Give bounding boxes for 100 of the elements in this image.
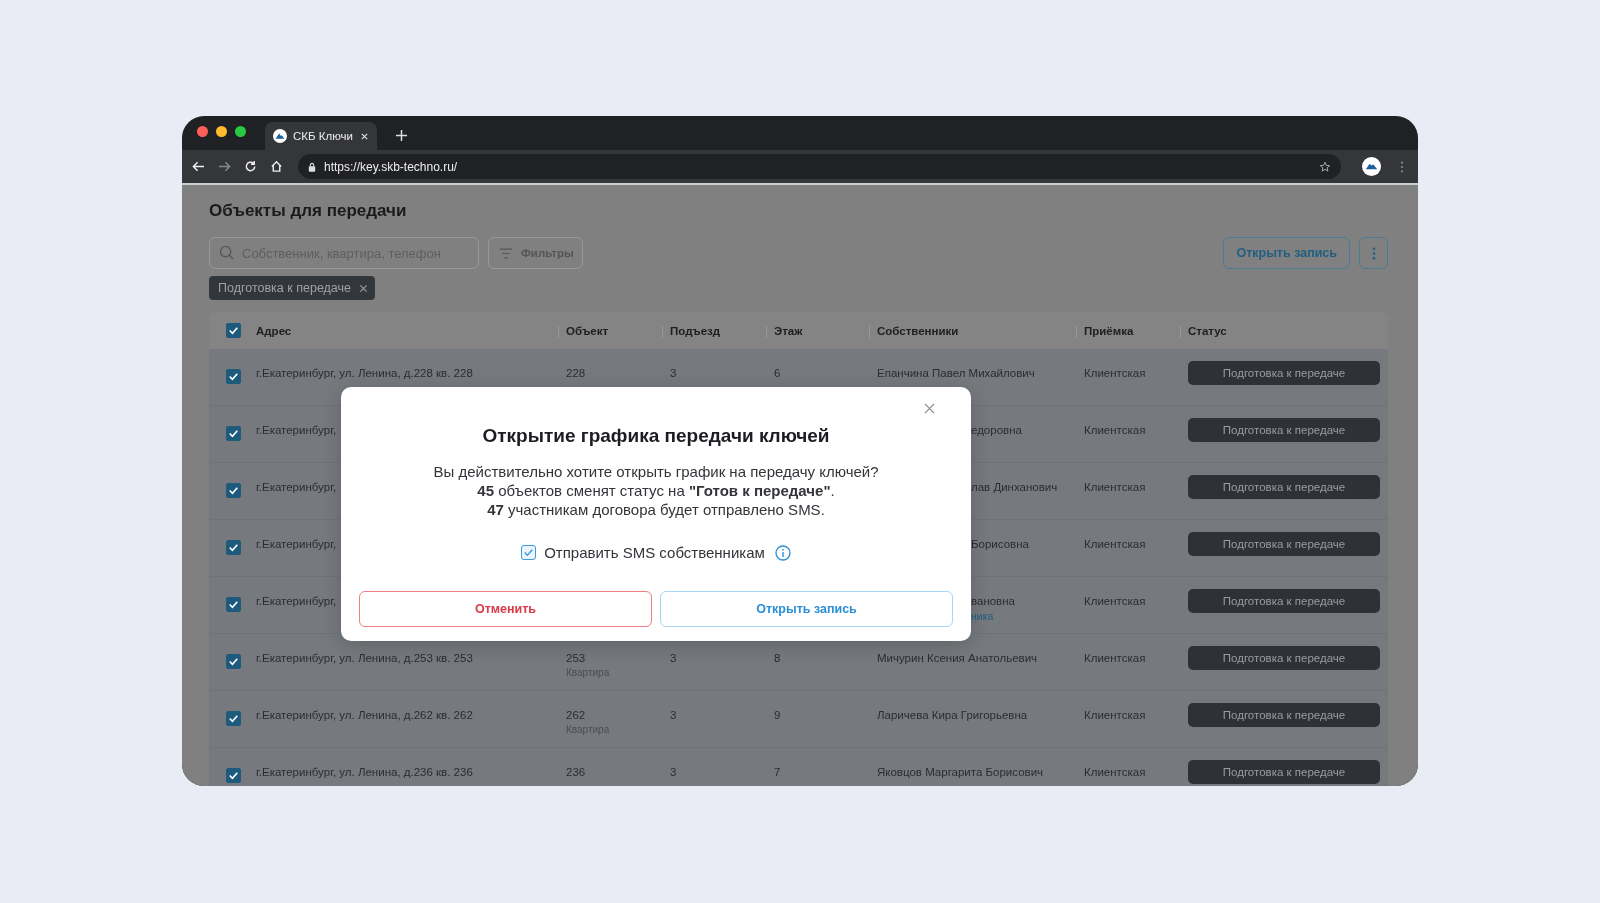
mountain-logo-icon bbox=[273, 129, 287, 143]
address-cell: г.Екатеринбург, ул. Ленина, д.236 кв. 236 bbox=[256, 766, 473, 778]
bookmark-star-icon[interactable] bbox=[1319, 160, 1331, 173]
column-header[interactable]: Этаж bbox=[774, 324, 803, 337]
acceptance-cell: Клиентская bbox=[1084, 709, 1146, 721]
column-header[interactable]: Адрес bbox=[256, 324, 292, 337]
checkmark-icon bbox=[227, 427, 240, 440]
checkmark-icon bbox=[227, 655, 240, 668]
home-icon[interactable] bbox=[270, 160, 283, 173]
address-cell: г.Екатеринбург, bbox=[256, 424, 337, 436]
forward-icon[interactable] bbox=[218, 160, 231, 173]
entrance-cell: 3 bbox=[670, 766, 677, 778]
address-cell: г.Екатеринбург, bbox=[256, 538, 337, 550]
search-icon bbox=[219, 245, 234, 260]
entrance-cell: 3 bbox=[670, 652, 677, 664]
row-checkbox[interactable] bbox=[226, 483, 241, 498]
owner-name: Борисовна bbox=[971, 538, 1029, 550]
acceptance-cell: Клиентская bbox=[1084, 652, 1146, 664]
profile-avatar-icon[interactable] bbox=[1362, 157, 1381, 176]
sms-checkbox-label[interactable]: Отправить SMS собственникам bbox=[544, 544, 765, 561]
acceptance-cell: Клиентская bbox=[1084, 766, 1146, 778]
lock-icon bbox=[308, 161, 316, 172]
floor-cell: 9 bbox=[774, 709, 781, 721]
owner-name: вановна bbox=[971, 595, 1015, 607]
dialog-title: Открытие графика передачи ключей bbox=[482, 424, 830, 448]
select-all-checkbox[interactable] bbox=[226, 323, 241, 338]
status-button[interactable]: Подготовка к передаче bbox=[1188, 532, 1380, 556]
acceptance-cell: Клиентская bbox=[1084, 424, 1146, 436]
object-number: 228 bbox=[566, 367, 586, 379]
address-cell: г.Екатеринбург, bbox=[256, 481, 337, 493]
filter-icon bbox=[499, 247, 513, 259]
address-cell: г.Екатеринбург, ул. Ленина, д.228 кв. 228 bbox=[256, 367, 473, 379]
zoom-window-icon[interactable] bbox=[235, 126, 246, 137]
owner-name: Ларичева Кира Григорьевна bbox=[877, 709, 1028, 721]
close-tab-icon[interactable] bbox=[360, 131, 369, 141]
status-button[interactable]: Подготовка к передаче bbox=[1188, 418, 1380, 442]
status-button[interactable]: Подготовка к передаче bbox=[1188, 760, 1380, 784]
checkmark-icon bbox=[227, 598, 240, 611]
page-title: Объекты для передачи bbox=[209, 200, 408, 222]
column-header[interactable]: Собственники bbox=[877, 324, 959, 337]
floor-cell: 8 bbox=[774, 652, 781, 664]
floor-cell: 6 bbox=[774, 367, 781, 379]
column-header[interactable]: Подъезд bbox=[670, 324, 721, 337]
info-icon[interactable] bbox=[774, 544, 791, 561]
column-header[interactable]: Объект bbox=[566, 324, 609, 337]
row-checkbox[interactable] bbox=[226, 711, 241, 726]
object-number: 236 bbox=[566, 766, 586, 778]
minimize-window-icon[interactable] bbox=[216, 126, 227, 137]
checkmark-icon bbox=[227, 541, 240, 554]
status-button[interactable]: Подготовка к передаче bbox=[1188, 475, 1380, 499]
reload-icon[interactable] bbox=[244, 160, 257, 173]
row-checkbox[interactable] bbox=[226, 540, 241, 555]
column-header[interactable]: Приёмка bbox=[1084, 324, 1134, 337]
owner-name: Мичурин Ксения Анатольевич bbox=[877, 652, 1038, 664]
acceptance-cell: Клиентская bbox=[1084, 481, 1146, 493]
row-checkbox[interactable] bbox=[226, 654, 241, 669]
column-header[interactable]: Статус bbox=[1188, 324, 1227, 337]
address-cell: г.Екатеринбург, ул. Ленина, д.262 кв. 262 bbox=[256, 709, 473, 721]
status-button[interactable]: Подготовка к передаче bbox=[1188, 646, 1380, 670]
browser-tab[interactable]: СКБ Ключи bbox=[265, 122, 377, 150]
address-cell: г.Екатеринбург, ул. Ленина, д.253 кв. 253 bbox=[256, 652, 473, 664]
close-icon[interactable] bbox=[924, 403, 935, 414]
new-tab-icon[interactable] bbox=[395, 129, 408, 142]
back-icon[interactable] bbox=[192, 160, 205, 173]
checkmark-icon bbox=[227, 712, 240, 725]
remove-filter-icon[interactable] bbox=[359, 283, 368, 293]
entrance-cell: 3 bbox=[670, 709, 677, 721]
object-number: 262 bbox=[566, 709, 586, 721]
confirm-button[interactable]: Открыть запись bbox=[660, 591, 953, 627]
entrance-cell: 3 bbox=[670, 367, 677, 379]
status-button[interactable]: Подготовка к передаче bbox=[1188, 589, 1380, 613]
owner-name: едоровна bbox=[971, 424, 1022, 436]
row-checkbox[interactable] bbox=[226, 597, 241, 612]
dialog-text: Вы действительно хотите открыть график на передачу ключей? bbox=[433, 462, 879, 481]
row-checkbox[interactable] bbox=[226, 426, 241, 441]
address-bar[interactable]: https://key.skb-techno.ru/ bbox=[298, 154, 1341, 179]
close-window-icon[interactable] bbox=[197, 126, 208, 137]
filter-chip[interactable]: Подготовка к передаче bbox=[209, 276, 375, 300]
status-button[interactable]: Подготовка к передаче bbox=[1188, 361, 1380, 385]
checkmark-icon bbox=[227, 769, 240, 782]
row-checkbox[interactable] bbox=[226, 768, 241, 783]
dialog-text: 47 участникам договора будет отправлено SMS. bbox=[486, 500, 826, 519]
acceptance-cell: Клиентская bbox=[1084, 538, 1146, 550]
filter-chip-label: Подготовка к передаче bbox=[218, 281, 351, 295]
row-checkbox[interactable] bbox=[226, 369, 241, 384]
checkmark-icon bbox=[227, 370, 240, 383]
owner-name: лав Динханович bbox=[971, 481, 1058, 493]
sms-checkbox[interactable] bbox=[521, 545, 537, 560]
floor-cell: 7 bbox=[774, 766, 781, 778]
status-button[interactable]: Подготовка к передаче bbox=[1188, 703, 1380, 727]
dialog-text: 45 объектов сменят статус на "Готов к передаче". bbox=[476, 481, 836, 500]
acceptance-cell: Клиентская bbox=[1084, 367, 1146, 379]
browser-menu-icon[interactable] bbox=[1400, 160, 1404, 173]
checkmark-icon bbox=[227, 484, 240, 497]
owner-name: Епанчина Павел Михайлович bbox=[877, 367, 1035, 379]
object-number: 253 bbox=[566, 652, 586, 664]
acceptance-cell: Клиентская bbox=[1084, 595, 1146, 607]
checkmark-icon bbox=[227, 324, 240, 337]
more-icon bbox=[1371, 246, 1376, 260]
cancel-button[interactable]: Отменить bbox=[359, 591, 652, 627]
